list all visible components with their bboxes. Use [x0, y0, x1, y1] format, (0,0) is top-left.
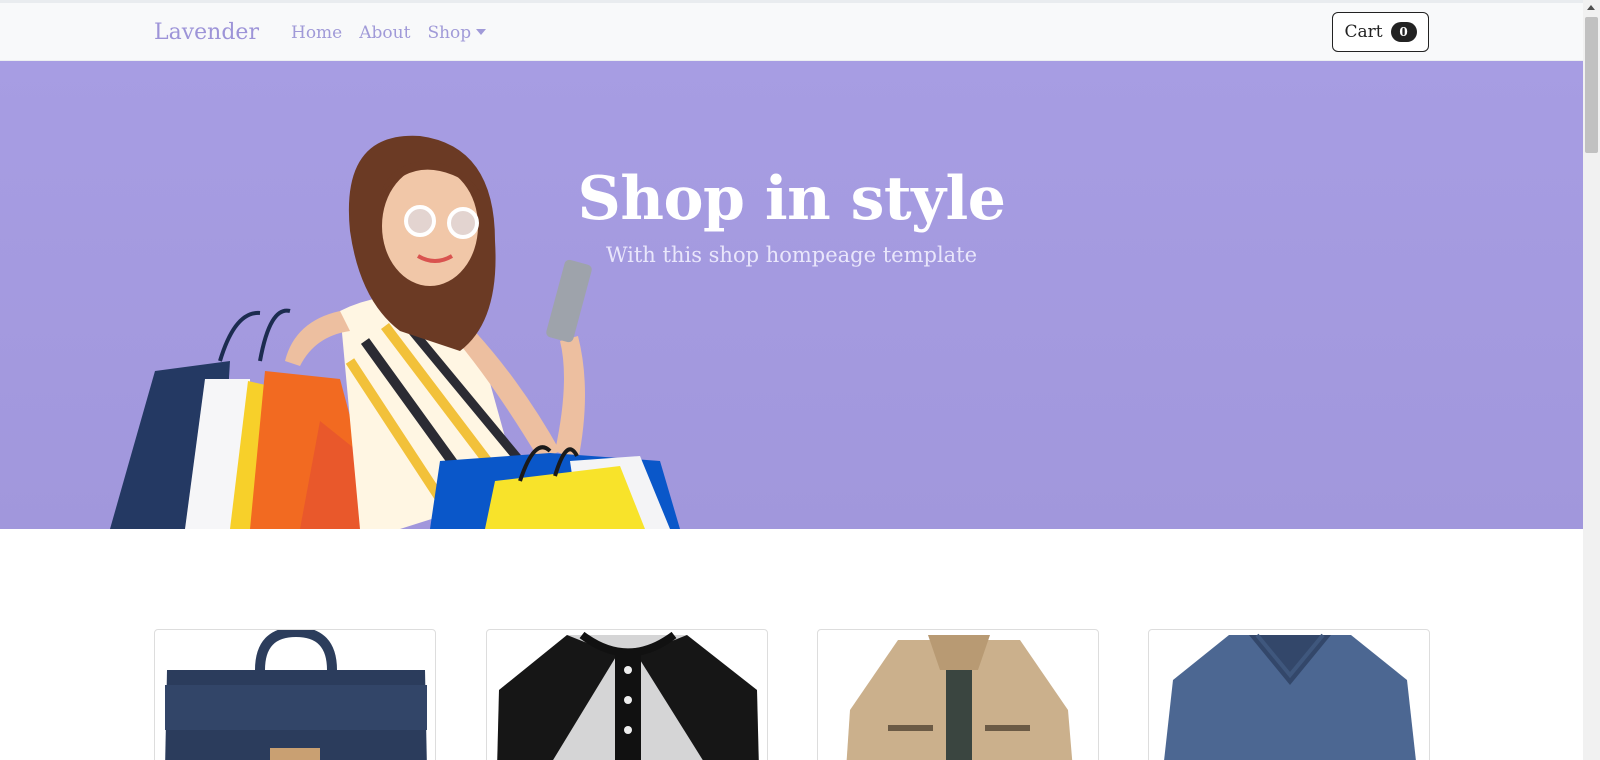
page: Lavender Home About Shop Cart 0 Shop in … [0, 0, 1583, 760]
product-card-jacket[interactable] [817, 629, 1099, 760]
nav-about-link[interactable]: About [359, 23, 410, 43]
product-card-backpack[interactable] [154, 629, 436, 760]
nav-home-link[interactable]: Home [291, 23, 342, 43]
raglan-shirt-image [497, 631, 759, 760]
product-card-sweater[interactable] [1148, 629, 1430, 760]
brand-logo[interactable]: Lavender [154, 20, 259, 45]
vertical-scrollbar[interactable] [1583, 0, 1600, 760]
cart-button[interactable]: Cart 0 [1332, 12, 1429, 52]
hero-title: Shop in style [577, 164, 1006, 234]
nav-shop-dropdown[interactable]: Shop [427, 23, 487, 43]
scrollbar-thumb[interactable] [1585, 17, 1598, 153]
navbar: Lavender Home About Shop Cart 0 [0, 3, 1583, 61]
hero-banner: Shop in style With this shop hompeage te… [0, 61, 1583, 529]
jacket-image [846, 635, 1073, 760]
product-card-shirt[interactable] [486, 629, 768, 760]
scroll-up-arrow-icon[interactable] [1587, 5, 1595, 10]
cart-label: Cart [1344, 22, 1383, 42]
backpack-image [165, 630, 427, 760]
nav-shop-label: Shop [427, 23, 472, 43]
product-grid [0, 629, 1583, 760]
sweater-image [1164, 633, 1416, 760]
hero-subtitle: With this shop hompeage template [605, 243, 978, 267]
nav-links: Home About Shop [291, 23, 487, 43]
cart-count-badge: 0 [1390, 22, 1417, 42]
caret-down-icon [476, 29, 487, 35]
shopping-woman-image [110, 135, 680, 529]
